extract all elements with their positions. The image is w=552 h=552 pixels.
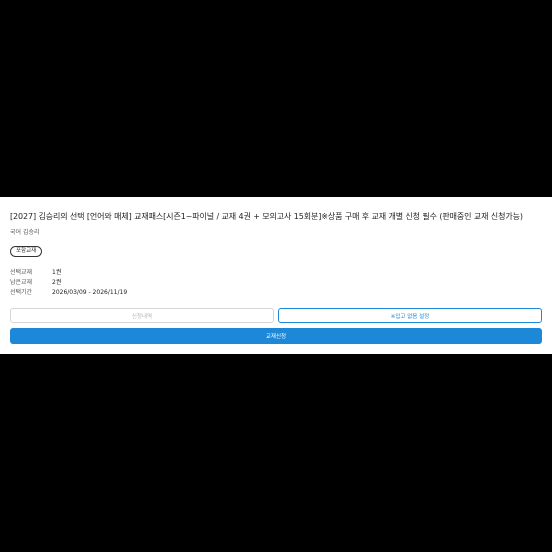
stock-setting-button[interactable]: ※입고 없음 설정 [278,308,542,323]
info-label: 선택기간 [10,289,33,296]
info-value: 1권 [52,269,62,276]
book-info-list: 선택교재 1권 남은교재 2권 선택기간 2026/03/09 - 2026/1… [10,268,542,298]
info-row-remaining: 남은교재 2권 [10,278,542,288]
apply-book-button[interactable]: 교재신청 [10,328,542,344]
product-subtitle: 국어 김승리 [10,229,40,236]
history-button[interactable]: 신청내역 [10,308,274,323]
action-buttons: 신청내역 ※입고 없음 설정 [10,308,542,323]
info-row-period: 선택기간 2026/03/09 - 2026/11/19 [10,288,542,298]
product-title: [2027] 김승리의 선택 [언어와 매체] 교재패스[시즌1~파이널 / 교… [10,212,523,221]
info-row-selected: 선택교재 1권 [10,268,542,278]
included-books-tag[interactable]: 포함교재 [10,246,43,257]
info-label: 남은교재 [10,279,33,286]
product-card: [2027] 김승리의 선택 [언어와 매체] 교재패스[시즌1~파이널 / 교… [0,197,552,354]
info-label: 선택교재 [10,269,33,276]
info-value: 2026/03/09 - 2026/11/19 [52,289,128,296]
info-value: 2권 [52,279,62,286]
